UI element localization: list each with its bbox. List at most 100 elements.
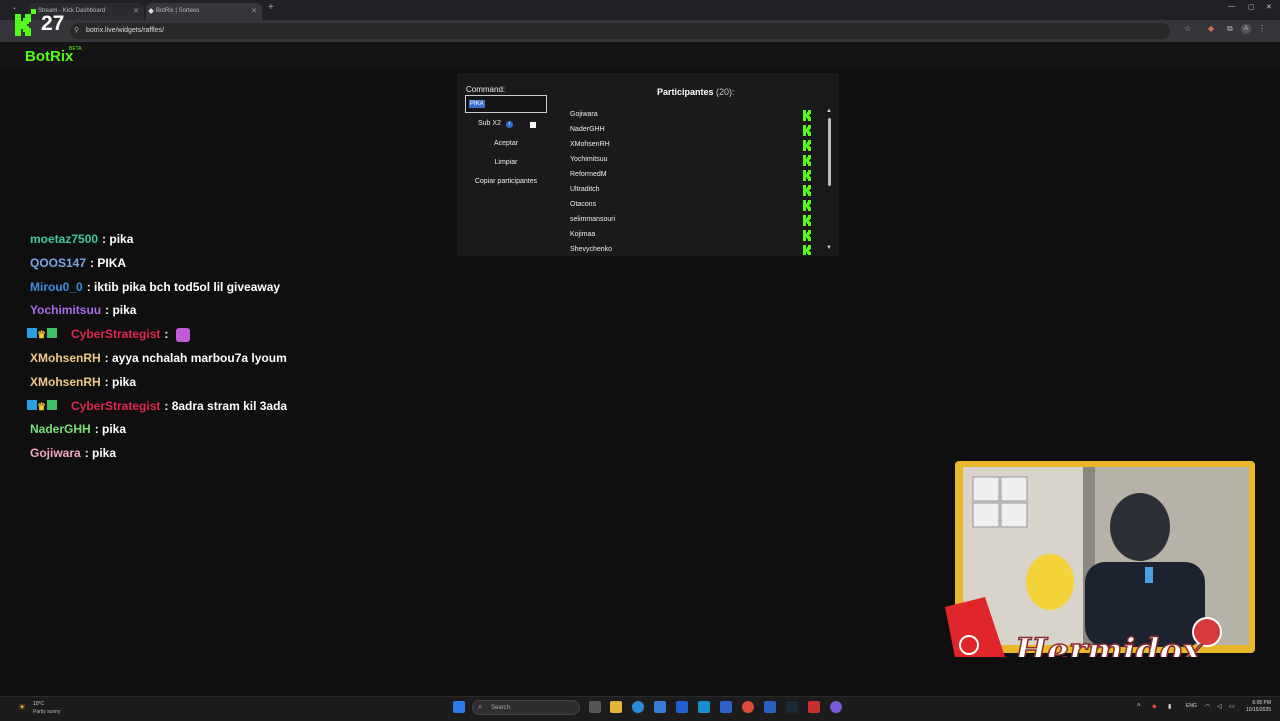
participant-name: Shevychenko [570,246,613,253]
sub-x2-checkbox[interactable] [530,122,536,128]
participant-name: ReformedM [570,171,607,178]
participant-row: Kojimaa [560,228,824,243]
chrome-icon[interactable] [742,701,754,713]
tab-search-icon[interactable]: ⌄ [12,4,17,11]
app-icon[interactable] [808,701,820,713]
url-field[interactable]: ⚲ botrix.live/widgets/raffles/ [70,23,1170,39]
kick-platform-icon [803,155,811,166]
chat-text: : ayya nchalah marbou7a lyoum [104,351,287,365]
chat-text: : pika [105,303,137,318]
command-input[interactable]: PIKA [465,95,547,113]
close-window-icon[interactable]: ✕ [1266,3,1272,11]
chat-username[interactable]: QOOS147 [30,256,86,270]
botrix-logo[interactable]: BotRix [25,48,73,65]
start-icon[interactable] [453,701,465,713]
search-placeholder: Search [491,705,511,711]
discord-icon[interactable] [830,701,842,713]
chat-text: : pika [84,446,117,461]
menu-dots-icon[interactable]: ⋮ [1258,24,1266,33]
streamer-name: Hermidox [1014,631,1203,657]
language-indicator[interactable]: ENG [1186,703,1197,709]
participant-row: selimmansouri [560,213,824,228]
close-tab-icon[interactable]: ✕ [251,3,257,20]
chat-message: QOOS147: PIKA [30,256,126,270]
extensions-puzzle-icon[interactable]: ⧉ [1227,24,1233,34]
chat-username[interactable]: NaderGHH [30,422,91,436]
extension-icon[interactable]: ◆ [1208,24,1214,33]
close-tab-icon[interactable]: ✕ [133,3,139,20]
clock[interactable]: 6:05 PM 10/15/2025 [1246,700,1271,714]
store-icon[interactable] [654,701,666,713]
accept-button[interactable]: Aceptar [460,140,552,147]
app-icon[interactable] [720,701,732,713]
chat-username[interactable]: Yochimitsuu [30,303,101,317]
site-info-icon[interactable]: ⚲ [74,23,79,39]
copy-participants-button[interactable]: Copiar participantes [460,178,552,185]
weather-temp: 10°C [33,701,45,707]
taskbar-search[interactable]: ⌕ Search [472,700,580,715]
task-view-icon[interactable] [589,701,601,713]
participant-row: XMohsenRH [560,138,824,153]
kick-platform-icon [803,170,811,181]
participants-count: (20): [716,87,735,97]
maximize-icon[interactable]: ▢ [1248,3,1255,11]
chat-username[interactable]: CyberStrategist [71,327,160,341]
participants-title: Participantes (20): [657,87,735,97]
chat-badges-icon: ♛ [27,328,57,341]
info-icon[interactable]: i [506,121,513,128]
kick-platform-icon [803,230,811,241]
kick-platform-icon [803,140,811,151]
chat-message: XMohsenRH: ayya nchalah marbou7a lyoum [30,351,287,365]
battery-icon[interactable]: ▭ [1229,703,1235,710]
participant-name: Gojiwara [570,111,598,118]
app-icon[interactable] [698,701,710,713]
app-icon[interactable] [676,701,688,713]
scroll-up-icon[interactable]: ▲ [826,108,832,114]
kick-platform-icon [803,185,811,196]
minimize-icon[interactable]: — [1228,3,1235,10]
weather-desc: Partly sunny [33,709,61,715]
participant-name: selimmansouri [570,216,616,223]
chat-username[interactable]: CyberStrategist [71,399,160,413]
chat-username[interactable]: Mirou0_0 [30,280,83,294]
profile-avatar[interactable]: A [1241,24,1251,34]
tray-app-icon[interactable]: ◆ [1152,703,1157,710]
kick-platform-icon [803,110,811,121]
viewer-count: 27 [41,12,65,35]
chat-message: XMohsenRH: pika [30,375,136,389]
participant-name: NaderGHH [570,126,605,133]
weather-icon[interactable]: ☀ [18,702,26,713]
wifi-icon[interactable]: ◠ [1205,703,1210,710]
chat-username[interactable]: XMohsenRH [30,375,101,389]
tab-botrix-sorteos[interactable]: BotRix | Sorteos ✕ [146,3,262,20]
kick-platform-icon [803,215,811,226]
participant-name: Kojimaa [570,231,596,238]
chat-message: NaderGHH: pika [30,422,126,436]
word-icon[interactable] [764,701,776,713]
scroll-thumb[interactable] [828,118,831,186]
chat-username[interactable]: Gojiwara [30,446,81,460]
clock-date: 10/15/2025 [1246,707,1272,713]
edge-icon[interactable] [632,701,644,713]
participant-name: XMohsenRH [570,141,610,148]
chat-text: : 8adra stram kil 3ada [164,398,288,413]
participants-list[interactable]: Gojiwara NaderGHH XMohsenRH Yochimitsuu Refo… [560,108,824,255]
participants-scrollbar[interactable]: ▲ ▼ [826,108,834,255]
participant-row: ReformedM [560,168,824,183]
botrix-favicon-icon [148,8,154,14]
participant-row: Otacons [560,198,824,213]
clear-button[interactable]: Limpiar [460,159,552,166]
tray-chevron-icon[interactable]: ˄ [1137,703,1141,709]
file-explorer-icon[interactable] [610,701,622,713]
tab-label: BotRix | Sorteos [156,8,200,14]
site-header [0,42,1280,68]
new-tab-icon[interactable]: + [268,2,274,13]
volume-icon[interactable]: ◁ [1217,703,1222,710]
chat-username[interactable]: XMohsenRH [30,351,101,365]
scroll-down-icon[interactable]: ▼ [826,245,832,251]
steam-icon[interactable] [786,701,798,713]
bookmark-star-icon[interactable]: ☆ [1184,24,1191,33]
chat-username[interactable]: moetaz7500 [30,232,98,246]
chat-badges-icon: ♛ [27,399,57,413]
tray-app-icon[interactable]: ▮ [1168,703,1171,710]
